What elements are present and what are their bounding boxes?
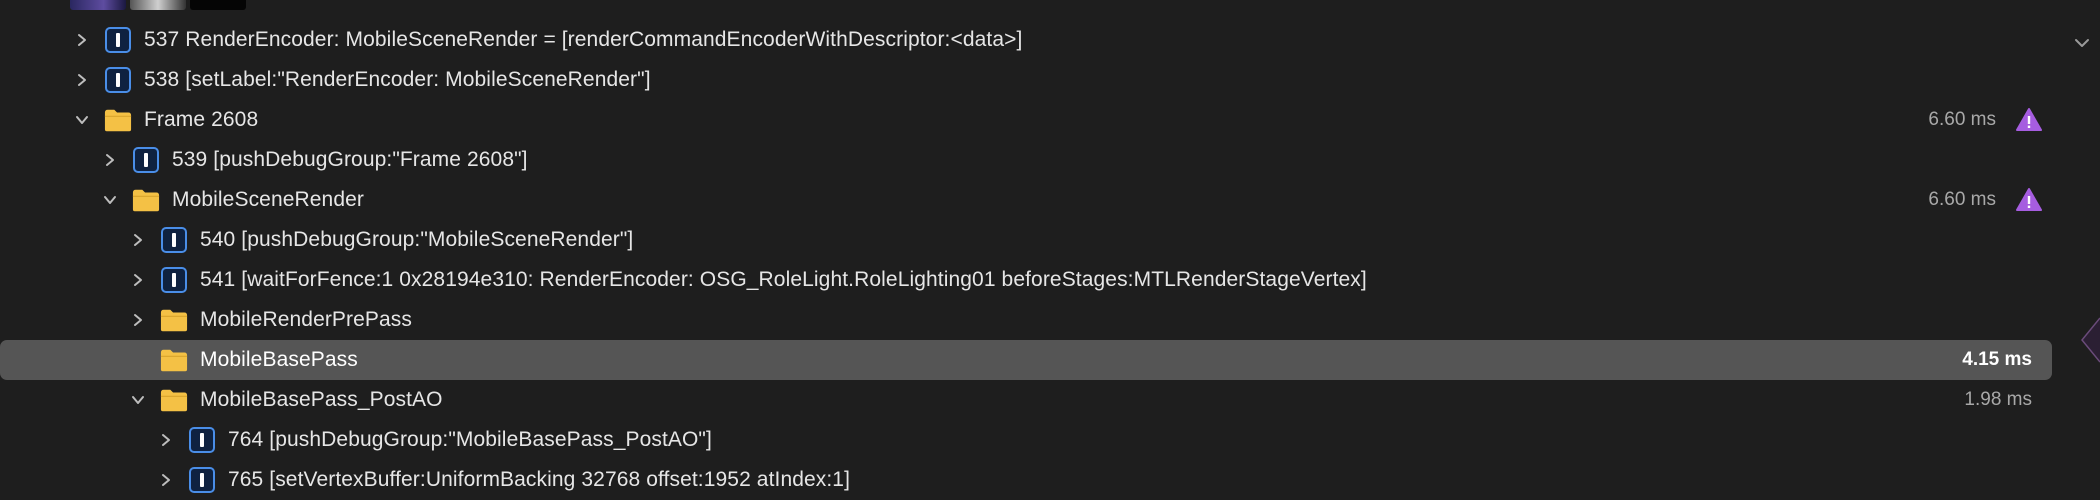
tree-row[interactable]: 538 [setLabel:"RenderEncoder: MobileScen… [0, 60, 2052, 100]
chevron-down-icon[interactable] [128, 380, 148, 420]
row-label: 540 [pushDebugGroup:"MobileSceneRender"] [200, 228, 634, 251]
duration-label: 6.60 ms [1928, 109, 1996, 130]
tree-row[interactable]: MobileRenderPrePass [0, 300, 2052, 340]
panel-edge-handle[interactable] [2070, 300, 2100, 380]
command-icon [132, 146, 160, 174]
command-icon [160, 266, 188, 294]
tree-row[interactable]: 764 [pushDebugGroup:"MobileBasePass_Post… [0, 420, 2052, 460]
tree-row[interactable]: 541 [waitForFence:1 0x28194e310: RenderE… [0, 260, 2052, 300]
chevron-right-icon[interactable] [156, 460, 176, 500]
row-label: MobileRenderPrePass [200, 308, 413, 331]
tree-row[interactable]: 540 [pushDebugGroup:"MobileSceneRender"] [0, 220, 2052, 260]
command-icon [188, 466, 216, 494]
row-label: 541 [waitForFence:1 0x28194e310: RenderE… [200, 268, 1367, 291]
command-tree: 537 RenderEncoder: MobileSceneRender = [… [0, 20, 2052, 500]
chevron-down-icon[interactable] [100, 180, 120, 220]
tree-row[interactable]: 765 [setVertexBuffer:UniformBacking 3276… [0, 460, 2052, 500]
thumbnail-strip [70, 0, 246, 10]
row-label: 764 [pushDebugGroup:"MobileBasePass_Post… [228, 428, 712, 451]
thumbnail[interactable] [70, 0, 126, 10]
command-icon [188, 426, 216, 454]
folder-icon [160, 346, 188, 374]
tree-row[interactable]: 539 [pushDebugGroup:"Frame 2608"] [0, 140, 2052, 180]
row-label: 765 [setVertexBuffer:UniformBacking 3276… [228, 468, 851, 491]
chevron-right-icon[interactable] [72, 20, 92, 60]
duration-label: 6.60 ms [1928, 189, 1996, 210]
tree-row[interactable]: Frame 2608 6.60 ms [0, 100, 2052, 140]
tree-row[interactable]: MobileBasePass 4.15 ms [0, 340, 2052, 380]
chevron-right-icon[interactable] [128, 260, 148, 300]
folder-icon [160, 386, 188, 414]
chevron-right-icon[interactable] [128, 220, 148, 260]
chevron-down-icon[interactable] [72, 100, 92, 140]
chevron-down-icon[interactable] [2072, 33, 2092, 53]
row-label: MobileBasePass_PostAO [200, 388, 443, 411]
folder-icon [132, 186, 160, 214]
warning-icon[interactable] [2016, 187, 2042, 213]
duration-label: 4.15 ms [1962, 349, 2032, 370]
row-label: 538 [setLabel:"RenderEncoder: MobileScen… [144, 68, 651, 91]
command-icon [104, 66, 132, 94]
chevron-right-icon[interactable] [128, 300, 148, 340]
tree-row[interactable]: 537 RenderEncoder: MobileSceneRender = [… [0, 20, 2052, 60]
chevron-right-icon[interactable] [100, 140, 120, 180]
row-label: MobileSceneRender [172, 188, 364, 211]
row-label: Frame 2608 [144, 108, 259, 131]
duration-label: 1.98 ms [1964, 389, 2032, 410]
tree-row[interactable]: MobileBasePass_PostAO 1.98 ms [0, 380, 2052, 420]
command-icon [160, 226, 188, 254]
thumbnail[interactable] [190, 0, 246, 10]
chevron-right-icon [128, 340, 148, 380]
row-label: 539 [pushDebugGroup:"Frame 2608"] [172, 148, 528, 171]
folder-icon [104, 106, 132, 134]
folder-icon [160, 306, 188, 334]
chevron-right-icon[interactable] [72, 60, 92, 100]
tree-row[interactable]: MobileSceneRender 6.60 ms [0, 180, 2052, 220]
chevron-right-icon[interactable] [156, 420, 176, 460]
command-icon [104, 26, 132, 54]
row-label: 537 RenderEncoder: MobileSceneRender = [… [144, 28, 1023, 51]
row-label: MobileBasePass [200, 348, 358, 371]
warning-icon[interactable] [2016, 107, 2042, 133]
thumbnail[interactable] [130, 0, 186, 10]
